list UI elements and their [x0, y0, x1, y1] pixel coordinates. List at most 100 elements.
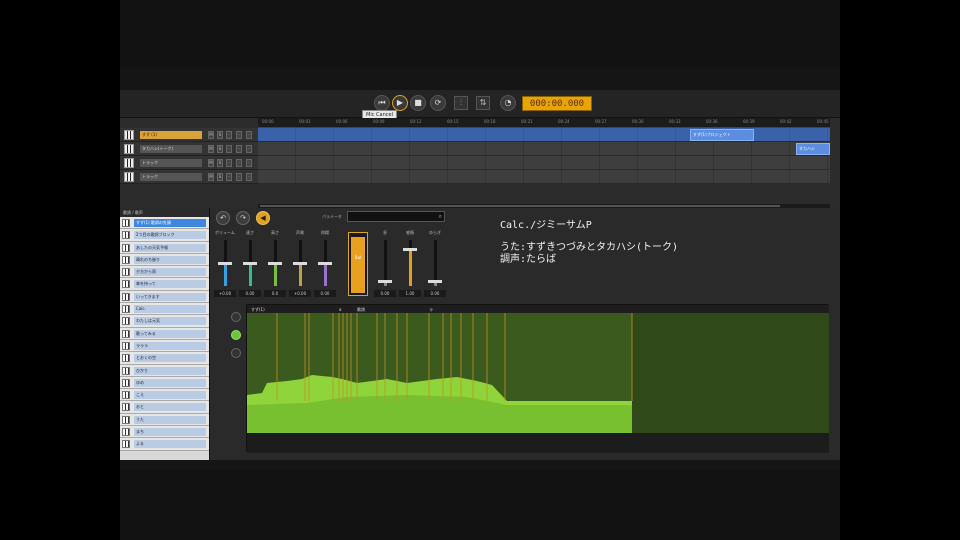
lyric-text[interactable]: よる — [134, 440, 206, 449]
parameter-slider[interactable]: 息 0.00 — [374, 230, 396, 300]
lyric-row[interactable]: こえ — [120, 389, 209, 402]
undo-icon[interactable]: ↶ — [216, 211, 230, 225]
lock-icon[interactable]: · — [226, 159, 232, 167]
track-settings-icon[interactable]: · — [236, 173, 242, 181]
loop-button[interactable]: ⟳ — [430, 95, 446, 111]
track-settings-icon[interactable]: · — [236, 145, 242, 153]
parameter-slider[interactable]: 高さ 0.0 — [264, 230, 286, 300]
lyric-text[interactable]: おと — [134, 403, 206, 412]
split-icon[interactable]: ⫶ — [454, 96, 468, 110]
lyric-text[interactable]: ゆめ — [134, 378, 206, 387]
track-settings-icon[interactable]: · — [236, 131, 242, 139]
lyric-text[interactable]: 晴れのち曇り — [134, 255, 206, 264]
rewind-button[interactable]: ⏮ — [374, 95, 390, 111]
lyric-row[interactable]: ひかり — [120, 364, 209, 377]
parameter-slider[interactable]: 抑揚 0.00 — [314, 230, 336, 300]
track-header[interactable]: トラック M S · · · — [120, 170, 258, 184]
track-header[interactable]: トラック M S · · · — [120, 156, 258, 170]
lyric-row[interactable]: まち — [120, 426, 209, 439]
lyric-row[interactable]: とおくの空 — [120, 352, 209, 365]
lyric-row[interactable]: 歌ってみる — [120, 327, 209, 340]
mute-button[interactable]: M — [208, 159, 214, 167]
track-lane[interactable]: タカハシ — [258, 142, 830, 156]
slider-knob[interactable] — [293, 262, 307, 265]
lyric-row[interactable]: わたしは元気 — [120, 315, 209, 328]
slider-knob[interactable] — [378, 280, 392, 284]
erase-tool-icon[interactable] — [231, 348, 241, 358]
select-tool-icon[interactable] — [231, 330, 241, 340]
slider-knob[interactable] — [403, 248, 417, 252]
param-search-input[interactable]: ⌕ — [347, 211, 445, 222]
track-menu-icon[interactable]: · — [246, 145, 252, 153]
pencil-tool-icon[interactable] — [231, 312, 241, 322]
slider-knob[interactable] — [243, 262, 257, 265]
lyric-text[interactable]: いってきます — [134, 292, 206, 301]
lyric-row[interactable]: 夕方から雨 — [120, 266, 209, 279]
solo-button[interactable]: S — [217, 145, 223, 153]
mute-button[interactable]: M — [208, 145, 214, 153]
track-name[interactable]: トラック — [140, 159, 202, 167]
lyric-text[interactable]: 歌ってみる — [134, 329, 206, 338]
lyric-text[interactable]: 夕方から雨 — [134, 268, 206, 277]
track-lane[interactable] — [258, 170, 830, 184]
lyric-text[interactable]: ひかり — [134, 366, 206, 375]
lyric-row[interactable]: あしたの天気予報 — [120, 241, 209, 254]
track-name[interactable]: すず (1) — [140, 131, 202, 139]
lyric-row[interactable]: ラララ — [120, 339, 209, 353]
lyric-text[interactable]: すず(1) 歌詞の先頭 — [134, 219, 206, 227]
lyric-row[interactable]: おと — [120, 401, 209, 414]
lyric-row[interactable]: 2つ目の歌詞ブロック — [120, 229, 209, 242]
lock-icon[interactable]: · — [226, 131, 232, 139]
solo-button[interactable]: S — [217, 131, 223, 139]
mute-button[interactable]: M — [208, 173, 214, 181]
lyric-row[interactable]: うた — [120, 413, 209, 427]
track-name[interactable]: タカハシ(トーク) — [140, 145, 202, 153]
scroll-thumb[interactable] — [260, 205, 780, 207]
solo-button[interactable]: S — [217, 159, 223, 167]
slider-knob[interactable] — [268, 262, 282, 265]
balance-meter[interactable]: Bal — [348, 232, 368, 296]
lyric-row[interactable]: Calc. — [120, 303, 209, 316]
lyric-text[interactable]: あしたの天気予報 — [134, 243, 206, 252]
track-menu-icon[interactable]: · — [246, 173, 252, 181]
track-menu-icon[interactable]: · — [246, 131, 252, 139]
mute-button[interactable]: M — [208, 131, 214, 139]
track-header[interactable]: すず (1) M S · · · — [120, 128, 258, 142]
track-settings-icon[interactable]: · — [236, 159, 242, 167]
slider-knob[interactable] — [428, 280, 442, 284]
lyric-row[interactable]: すず(1) 歌詞の先頭 — [120, 217, 209, 230]
track-header[interactable]: タカハシ(トーク) M S · · · — [120, 142, 258, 156]
stop-button[interactable]: ■ — [410, 95, 426, 111]
parameter-slider[interactable]: ボリューム +0.00 — [214, 230, 236, 300]
track-lane[interactable] — [258, 156, 830, 170]
lyric-text[interactable]: わたしは元気 — [134, 317, 206, 326]
clip[interactable]: タカハシ — [796, 143, 830, 155]
slider-knob[interactable] — [318, 262, 332, 265]
parameter-slider[interactable]: 声質 +0.00 — [289, 230, 311, 300]
play-button[interactable]: ▶ — [392, 95, 408, 111]
track-name[interactable]: トラック — [140, 173, 202, 181]
lyric-row[interactable]: よる — [120, 438, 209, 451]
track-menu-icon[interactable]: · — [246, 159, 252, 167]
lyric-row[interactable]: ゆめ — [120, 376, 209, 390]
track-lane[interactable]: すず(1)プロジェクト — [258, 128, 830, 142]
time-ruler[interactable]: 00:00 00:03 00:06 00:09 00:12 00:15 00:18 00:21… — [258, 118, 830, 128]
lyric-text[interactable]: まち — [134, 428, 206, 437]
lyric-text[interactable]: うた — [134, 415, 206, 424]
parameter-slider[interactable]: 速さ 0.00 — [239, 230, 261, 300]
solo-button[interactable]: S — [217, 173, 223, 181]
lock-icon[interactable]: · — [226, 173, 232, 181]
parameter-graph[interactable]: すず(1) a 歌詞ラ — [246, 304, 829, 453]
lyric-row[interactable]: 傘を持って — [120, 278, 209, 291]
slider-knob[interactable] — [218, 262, 232, 265]
parameter-slider[interactable]: ゆらぎ 0.00 — [424, 230, 446, 300]
lyric-text[interactable]: 2つ目の歌詞ブロック — [134, 231, 206, 240]
lyric-text[interactable]: とおくの空 — [134, 354, 206, 363]
parameter-slider[interactable]: 感情 1.00 — [399, 230, 421, 300]
lock-icon[interactable]: · — [226, 145, 232, 153]
lyric-text[interactable]: Calc. — [134, 305, 206, 314]
lyric-text[interactable]: ラララ — [134, 341, 206, 350]
lyric-row[interactable]: いってきます — [120, 290, 209, 304]
lyric-text[interactable]: 傘を持って — [134, 280, 206, 289]
mixer-icon[interactable]: ⇅ — [476, 96, 490, 110]
